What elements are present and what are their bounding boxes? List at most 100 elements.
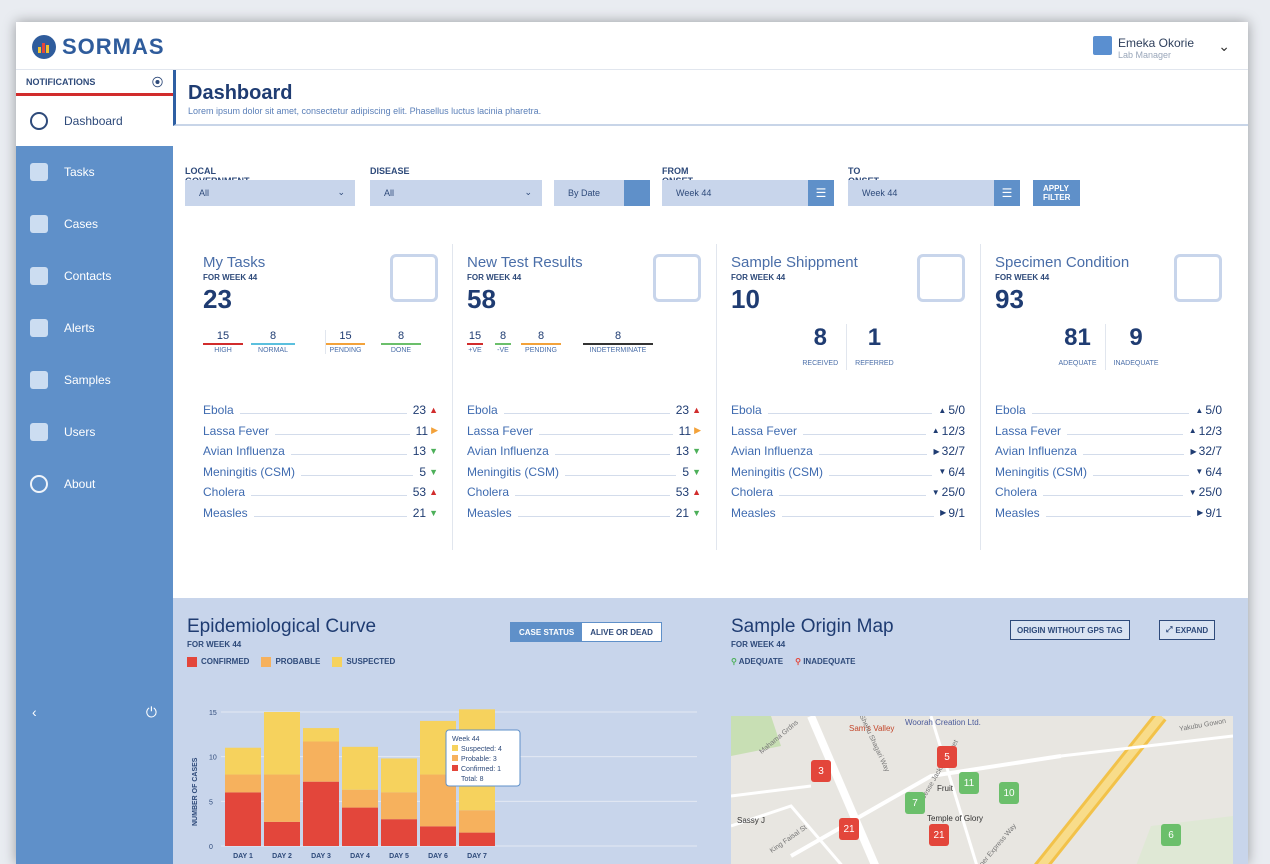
tasks-icon (30, 163, 48, 181)
tab-case-status[interactable]: CASE STATUS (511, 623, 583, 641)
sample-origin-map[interactable]: Sam's Valley Woorah Creation Ltd. Sassy … (731, 716, 1233, 864)
legend-adequate: ⚲ ADEQUATE (731, 657, 783, 666)
test-tube-icon (917, 254, 965, 302)
collapse-arrow-icon[interactable]: ‹ (32, 704, 37, 721)
disease-name: Lassa Fever (203, 423, 270, 438)
tooltip-line: Probable: 3 (461, 756, 497, 763)
disease-value: 9/1 (948, 505, 965, 520)
epi-curve-subtitle: FOR WEEK 44 (187, 640, 242, 649)
map-marker-inadequate[interactable]: 21 (929, 824, 949, 846)
sample-map-subtitle: FOR WEEK 44 (731, 640, 786, 649)
trend-up-icon: ▲ (429, 487, 438, 498)
clipboard-icon (390, 254, 438, 302)
sidebar-item-label: Contacts (64, 269, 112, 283)
disease-name: Meningitis (CSM) (731, 464, 824, 479)
sidebar-item-cases[interactable]: Cases (16, 198, 173, 250)
chevron-down-icon[interactable]: ⌄ (1218, 38, 1230, 55)
sidebar-item-contacts[interactable]: Contacts (16, 250, 173, 302)
arrow-right-circle-icon[interactable]: ⦿ (152, 74, 163, 90)
stat-pending: 8 PENDING (521, 330, 561, 354)
menu-icon[interactable]: ☰ (994, 180, 1020, 206)
user-menu[interactable]: Emeka Okorie Lab Manager (1092, 36, 1194, 60)
origin-without-gps-button[interactable]: ORIGIN WITHOUT GPS TAG (1010, 620, 1130, 640)
tooltip-swatch (452, 745, 458, 751)
samples-icon (30, 371, 48, 389)
trend-up-icon: ▲ (938, 405, 947, 415)
list-item: Measles 21 ▼ (203, 503, 438, 524)
bar-confirmed (264, 821, 300, 846)
disease-name: Ebola (995, 403, 1026, 418)
disease-name: Measles (995, 505, 1040, 520)
menu-icon[interactable]: ☰ (808, 180, 834, 206)
to-week-value: Week 44 (862, 188, 898, 198)
map-marker-adequate[interactable]: 7 (905, 792, 925, 814)
bar-probable (303, 741, 339, 782)
page-subtitle: Lorem ipsum dolor sit amet, consectetur … (188, 106, 542, 116)
bar-confirmed (381, 819, 417, 846)
logo-mark-icon (32, 35, 56, 59)
list-item: Avian Influenza ▶ 32/7 (731, 441, 965, 462)
power-icon[interactable]: ⏻ (146, 704, 157, 721)
y-tick-label: 15 (209, 710, 217, 717)
sidebar-item-tasks[interactable]: Tasks (16, 146, 173, 198)
map-marker-inadequate[interactable]: 21 (839, 818, 859, 840)
disease-value: 25/0 (1198, 485, 1222, 500)
bar-probable (264, 774, 300, 822)
sidebar-item-label: Dashboard (64, 114, 123, 128)
map-marker-adequate[interactable]: 10 (999, 782, 1019, 804)
notifications-bar[interactable]: NOTIFICATIONS ⦿ (16, 70, 173, 96)
disease-name: Ebola (467, 403, 498, 418)
map-place-label: Woorah Creation Ltd. (905, 718, 981, 727)
disease-select[interactable]: All ⌄ (370, 180, 542, 206)
disease-list: Ebola 23 ▲ Lassa Fever 11 ▶ Avian Influenza 1… (467, 400, 701, 523)
lga-select[interactable]: All ⌄ (185, 180, 355, 206)
map-legend: ⚲ ADEQUATE ⚲ INADEQUATE (731, 657, 894, 666)
stat-label: HIGH (214, 347, 232, 354)
legend-probable: PROBABLE (261, 657, 320, 667)
specimen-breakdown: 81 ADEQUATE 9 INADEQUATE (981, 324, 1236, 370)
x-tick-label: DAY 7 (467, 853, 487, 860)
logo[interactable]: SORMAS (32, 34, 165, 60)
stat-high: 15 HIGH (203, 330, 243, 354)
card-new-test-results[interactable]: New Test Results FOR WEEK 44 58 15 +VE 8-… (452, 244, 715, 550)
x-tick-label: DAY 5 (389, 853, 409, 860)
to-week-select[interactable]: Week 44 (848, 180, 994, 206)
disease-name: Cholera (995, 485, 1038, 500)
disease-value: 6/4 (948, 464, 965, 479)
sidebar-item-label: Users (64, 425, 96, 439)
map-marker-adequate[interactable]: 11 (959, 772, 979, 794)
stat-positive: 15 +VE (467, 330, 483, 354)
legend-label: ADEQUATE (738, 657, 784, 666)
expand-button[interactable]: ⤢ EXPAND (1159, 620, 1216, 640)
from-week-select[interactable]: Week 44 (662, 180, 808, 206)
trend-down-icon: ▼ (692, 466, 701, 477)
sidebar-item-users[interactable]: Users (16, 406, 173, 458)
x-tick-label: DAY 3 (311, 853, 331, 860)
legend-label: SUSPECTED (346, 657, 396, 667)
sidebar-item-about[interactable]: About (16, 458, 173, 510)
map-marker-inadequate[interactable]: 3 (811, 760, 831, 782)
received-label: RECEIVED (802, 360, 839, 367)
by-date-switch[interactable] (624, 180, 650, 206)
list-item: Cholera ▼ 25/0 (995, 482, 1222, 503)
sidebar-item-dashboard[interactable]: Dashboard (16, 96, 173, 146)
map-marker-adequate[interactable]: 6 (1161, 824, 1181, 846)
disease-label: DISEASE (370, 166, 410, 176)
tab-alive-or-dead[interactable]: ALIVE OR DEAD (582, 623, 661, 641)
sidebar-item-samples[interactable]: Samples (16, 354, 173, 406)
card-sample-shipment[interactable]: Sample Shippment FOR WEEK 44 10 8 RECEIVE… (716, 244, 979, 550)
stat-label: NORMAL (258, 347, 288, 354)
card-my-tasks[interactable]: My Tasks FOR WEEK 44 23 15 HIGH 8 NORMAL 1… (189, 244, 452, 550)
map-marker-inadequate[interactable]: 5 (937, 746, 957, 768)
disease-value: 32/7 (1198, 444, 1222, 459)
disease-value: 5 (682, 464, 690, 479)
dashboard-icon (30, 112, 48, 130)
apply-filter-button[interactable]: APPLY FILTER (1033, 180, 1081, 206)
card-specimen-condition[interactable]: Specimen Condition FOR WEEK 44 93 81 ADEQ… (980, 244, 1236, 550)
by-date-toggle[interactable]: By Date (554, 180, 624, 206)
disease-name: Measles (467, 505, 512, 520)
sidebar-item-alerts[interactable]: Alerts (16, 302, 173, 354)
map-place-label: Temple of Glory (927, 814, 984, 823)
list-item: Ebola 23 ▲ (203, 400, 438, 421)
trend-flat-icon: ▶ (1190, 446, 1197, 456)
